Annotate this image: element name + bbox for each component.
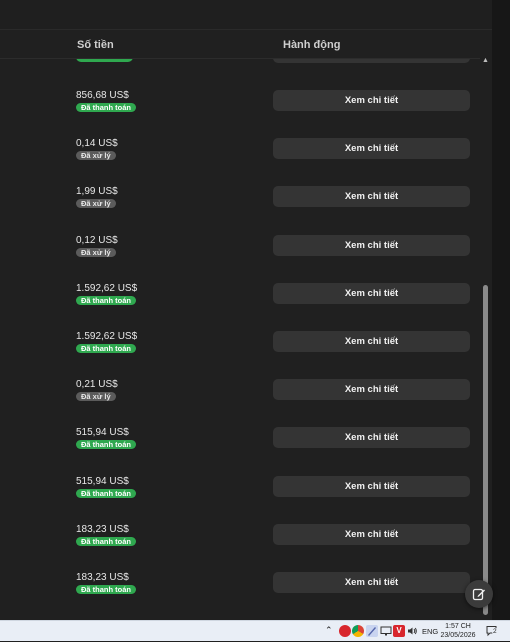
amount-value: 1.592,62 US$ <box>76 283 138 294</box>
amount-value: 0,14 US$ <box>76 138 118 149</box>
status-badge: Đã thanh toán <box>76 103 136 112</box>
table-row: 515,94 US$ Đã thanh toán Xem chi tiết <box>0 475 480 523</box>
amount-value: 0,21 US$ <box>76 379 118 390</box>
amount-value: 183,23 US$ <box>76 524 129 535</box>
vivaldi-icon[interactable]: V <box>393 625 405 637</box>
volume-icon[interactable] <box>406 625 418 637</box>
table-header: Số tiền Hành động <box>0 31 480 59</box>
pen-icon[interactable] <box>366 625 378 637</box>
view-details-button[interactable]: Xem chi tiết <box>273 186 470 207</box>
view-details-button[interactable]: Xem chi tiết <box>273 427 470 448</box>
window-edge <box>492 0 510 620</box>
notification-count-badge: 2 <box>492 628 498 635</box>
amount-value: 856,68 US$ <box>76 90 129 101</box>
view-details-button[interactable]: Xem chi tiết <box>273 90 470 111</box>
table-row: 0,21 US$ Đã xử lý Xem chi tiết <box>0 378 480 426</box>
clock-time: 1:57 CH <box>445 623 471 630</box>
amount-value: 183,23 US$ <box>76 572 129 583</box>
status-badge: Đã thanh toán <box>76 440 136 449</box>
status-badge: Đã thanh toán <box>76 489 136 498</box>
transactions-table-body: Đã thanh toán 856,68 US$ Đã thanh toán X… <box>0 0 480 620</box>
scrollbar-thumb[interactable] <box>483 285 488 615</box>
clock[interactable]: 1:57 CH 23/05/2026 <box>440 622 476 640</box>
language-indicator[interactable]: ENG <box>422 627 438 641</box>
view-details-button[interactable]: Xem chi tiết <box>273 476 470 497</box>
table-row: 856,68 US$ Đã thanh toán Xem chi tiết <box>0 89 480 137</box>
table-row: 0,12 US$ Đã xử lý Xem chi tiết <box>0 234 480 282</box>
monitor-icon[interactable] <box>380 625 392 637</box>
amount-value: 515,94 US$ <box>76 427 129 438</box>
amount-value: 1.592,62 US$ <box>76 331 138 342</box>
status-badge: Đã xử lý <box>76 248 116 257</box>
view-details-button[interactable]: Xem chi tiết <box>273 331 470 352</box>
edit-fab-button[interactable] <box>465 580 493 608</box>
status-badge: Đã xử lý <box>76 392 116 401</box>
view-details-button[interactable]: Xem chi tiết <box>273 138 470 159</box>
status-badge: Đã thanh toán <box>76 344 136 353</box>
antivirus-icon[interactable] <box>339 625 351 637</box>
table-row: 183,23 US$ Đã thanh toán Xem chi tiết <box>0 523 480 571</box>
view-details-button[interactable]: Xem chi tiết <box>273 283 470 304</box>
view-details-button[interactable]: Xem chi tiết <box>273 572 470 593</box>
notification-center-icon[interactable]: 2 <box>486 624 499 637</box>
view-details-button[interactable]: Xem chi tiết <box>273 235 470 256</box>
windows-taskbar: ⌃ V ENG 1:57 CH 23/05/2026 2 <box>0 620 510 641</box>
amount-column-header: Số tiền <box>77 39 114 51</box>
amount-value: 0,12 US$ <box>76 235 118 246</box>
view-details-button[interactable]: Xem chi tiết <box>273 379 470 400</box>
amount-value: 515,94 US$ <box>76 476 129 487</box>
status-badge: Đã thanh toán <box>76 537 136 546</box>
status-badge: Đã thanh toán <box>76 585 136 594</box>
table-row: 1.592,62 US$ Đã thanh toán Xem chi tiết <box>0 330 480 378</box>
status-badge: Đã xử lý <box>76 151 116 160</box>
chevron-up-icon[interactable]: ⌃ <box>325 625 333 639</box>
action-column-header: Hành động <box>283 39 341 51</box>
scroll-up-arrow-icon[interactable]: ▲ <box>482 57 489 64</box>
chrome-icon[interactable] <box>352 625 364 637</box>
amount-value: 1,99 US$ <box>76 186 118 197</box>
edit-icon <box>472 588 485 601</box>
table-row: 183,23 US$ Đã thanh toán Xem chi tiết <box>0 571 480 619</box>
status-badge: Đã xử lý <box>76 199 116 208</box>
table-row: 515,94 US$ Đã thanh toán Xem chi tiết <box>0 426 480 474</box>
table-row: 0,14 US$ Đã xử lý Xem chi tiết <box>0 137 480 185</box>
table-row: 1.592,62 US$ Đã thanh toán Xem chi tiết <box>0 282 480 330</box>
clock-date: 23/05/2026 <box>440 632 476 639</box>
view-details-button[interactable]: Xem chi tiết <box>273 524 470 545</box>
table-row: 1,99 US$ Đã xử lý Xem chi tiết <box>0 185 480 233</box>
status-badge: Đã thanh toán <box>76 296 136 305</box>
